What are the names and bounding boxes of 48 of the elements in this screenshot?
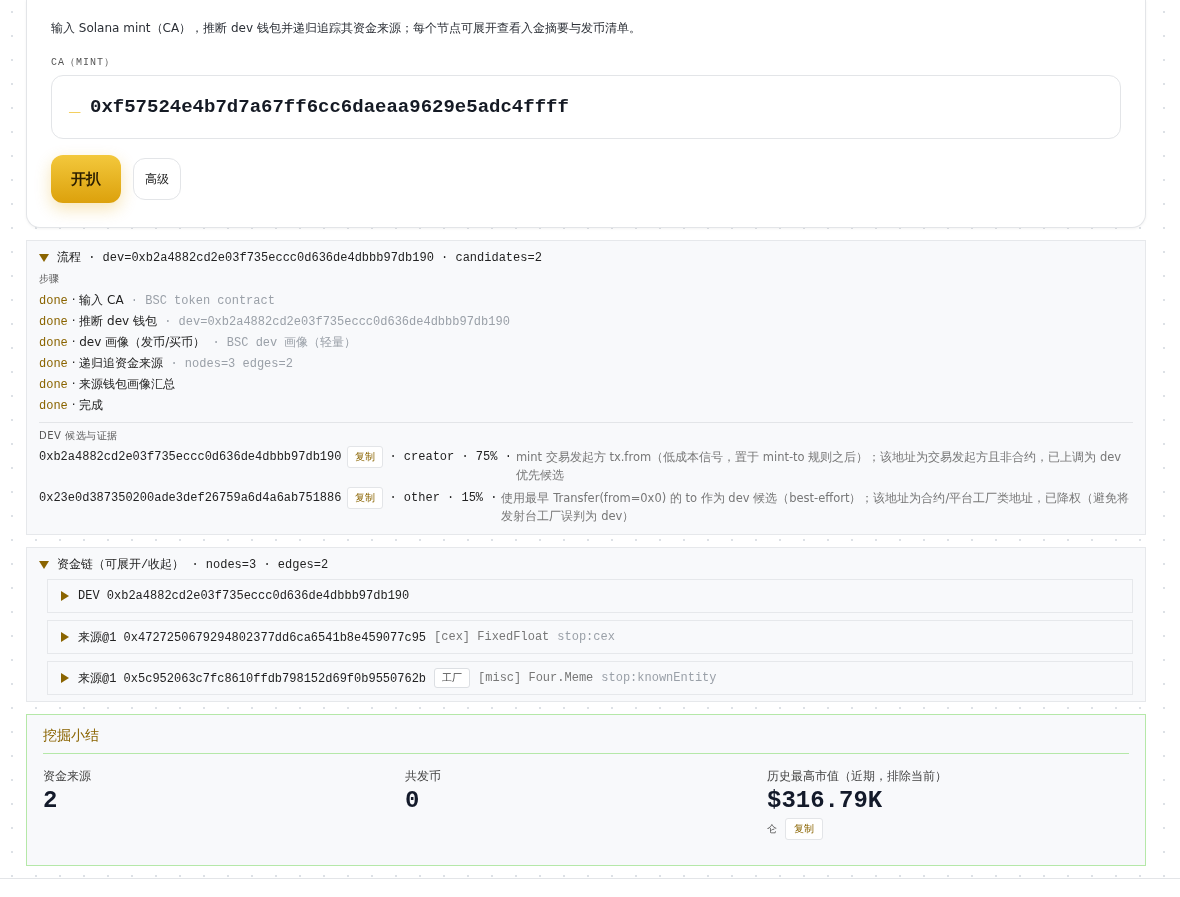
- node-label: 来源@1 0x4727250679294802377dd6ca6541b8e459077c95: [78, 629, 427, 646]
- expand-triangle-icon[interactable]: [60, 591, 70, 601]
- expand-triangle-icon[interactable]: [60, 673, 70, 683]
- node-tag: 工厂: [434, 668, 471, 688]
- expand-triangle-icon[interactable]: [60, 632, 70, 642]
- stat-value: 0: [405, 787, 421, 814]
- flow-summary[interactable]: 流程 · dev=0xb2a4882cd2e03f735eccc0d636de4dbbb97db190 · candidates=2: [57, 249, 542, 266]
- candidate-reason: 使用最早 Transfer(from=0x0) 的 to 作为 dev 候选（best-effort）；该地址为合约/平台工厂类地址，已降权（避免将发射台工厂误判为 dev）: [501, 490, 1131, 525]
- step-line: done · 来源钱包画像汇总: [39, 376, 177, 394]
- collapse-triangle-icon[interactable]: [39, 252, 49, 263]
- chain-summary[interactable]: 资金链（可展开/收起） · nodes=3 · edges=2: [57, 556, 329, 573]
- node-label: DEV 0xb2a4882cd2e03f735eccc0d636de4dbbb97db190: [78, 589, 410, 603]
- chain-node-row[interactable]: 来源@1 0x5c952063c7fc8610ffdb798152d69f0b9550762b 工厂 [misc] Four.Meme stop:knownEntity: [47, 661, 1133, 695]
- stop-text: stop:knownEntity: [601, 671, 717, 685]
- stat-label: 历史最高市值（近期，排除当前）: [767, 768, 948, 785]
- step-line: done · 递归追资金来源 · nodes=3 edges=2: [39, 355, 294, 373]
- candidate-role: · creator · 75% ·: [389, 449, 512, 466]
- chain-node-row[interactable]: 来源@1 0x4727250679294802377dd6ca6541b8e459077c95 [cex] FixedFloat stop:cex: [47, 620, 1133, 654]
- entity-text: [misc] Four.Meme: [478, 671, 594, 685]
- copy-button[interactable]: 复制: [347, 487, 384, 509]
- steps-heading: 步骤: [39, 272, 60, 286]
- start-button[interactable]: 开扒: [51, 155, 121, 203]
- candidate-reason: mint 交易发起方 tx.from（低成本信号，置于 mint-to 规则之后）；该地址为交易发起方且非合约，已上调为 dev 优先候选: [515, 449, 1123, 484]
- chain-node-row[interactable]: DEV 0xb2a4882cd2e03f735eccc0d636de4dbbb97db190: [47, 579, 1133, 613]
- note-text: 仑: [767, 822, 777, 836]
- stat-label: 共发币: [405, 768, 442, 785]
- address-text: 0xb2a4882cd2e03f735eccc0d636de4dbbb97db190: [39, 449, 342, 466]
- entity-text: [cex] FixedFloat: [434, 630, 550, 644]
- stat-label: 资金来源: [43, 768, 92, 785]
- candidate-role: · other · 15% ·: [389, 490, 498, 507]
- field-label: CA（MINT）: [51, 56, 116, 69]
- step-line: done · dev 画像（发币/买币） · BSC dev 画像（轻量）: [39, 334, 358, 352]
- stat-value: $316.79K: [767, 787, 884, 814]
- copy-button[interactable]: 复制: [785, 818, 823, 840]
- cursor-glyph: _: [69, 95, 81, 117]
- collapse-triangle-icon[interactable]: [39, 559, 49, 570]
- node-label: 来源@1 0x5c952063c7fc8610ffdb798152d69f0b9550762b: [78, 670, 427, 687]
- stop-text: stop:cex: [557, 630, 615, 644]
- description-text: 输入 Solana mint（CA），推断 dev 钱包并递归追踪其资金来源；每个节点可展开查看入金摘要与发币清单。: [51, 20, 642, 37]
- stat-value: 2: [43, 787, 59, 814]
- address-text: 0x23e0d387350200ade3def26759a6d4a6ab751886: [39, 490, 342, 507]
- step-line: done · 推断 dev 钱包 · dev=0xb2a4882cd2e03f735eccc0d636de4dbbb97db190: [39, 313, 511, 331]
- candidates-heading: DEV 候选与证据: [39, 429, 119, 443]
- step-line: done · 输入 CA · BSC token contract: [39, 292, 276, 310]
- copy-button[interactable]: 复制: [347, 446, 384, 468]
- step-line: done · 完成: [39, 397, 105, 415]
- summary-title: 挖掘小结: [43, 727, 1129, 754]
- advanced-button[interactable]: 高级: [133, 158, 181, 200]
